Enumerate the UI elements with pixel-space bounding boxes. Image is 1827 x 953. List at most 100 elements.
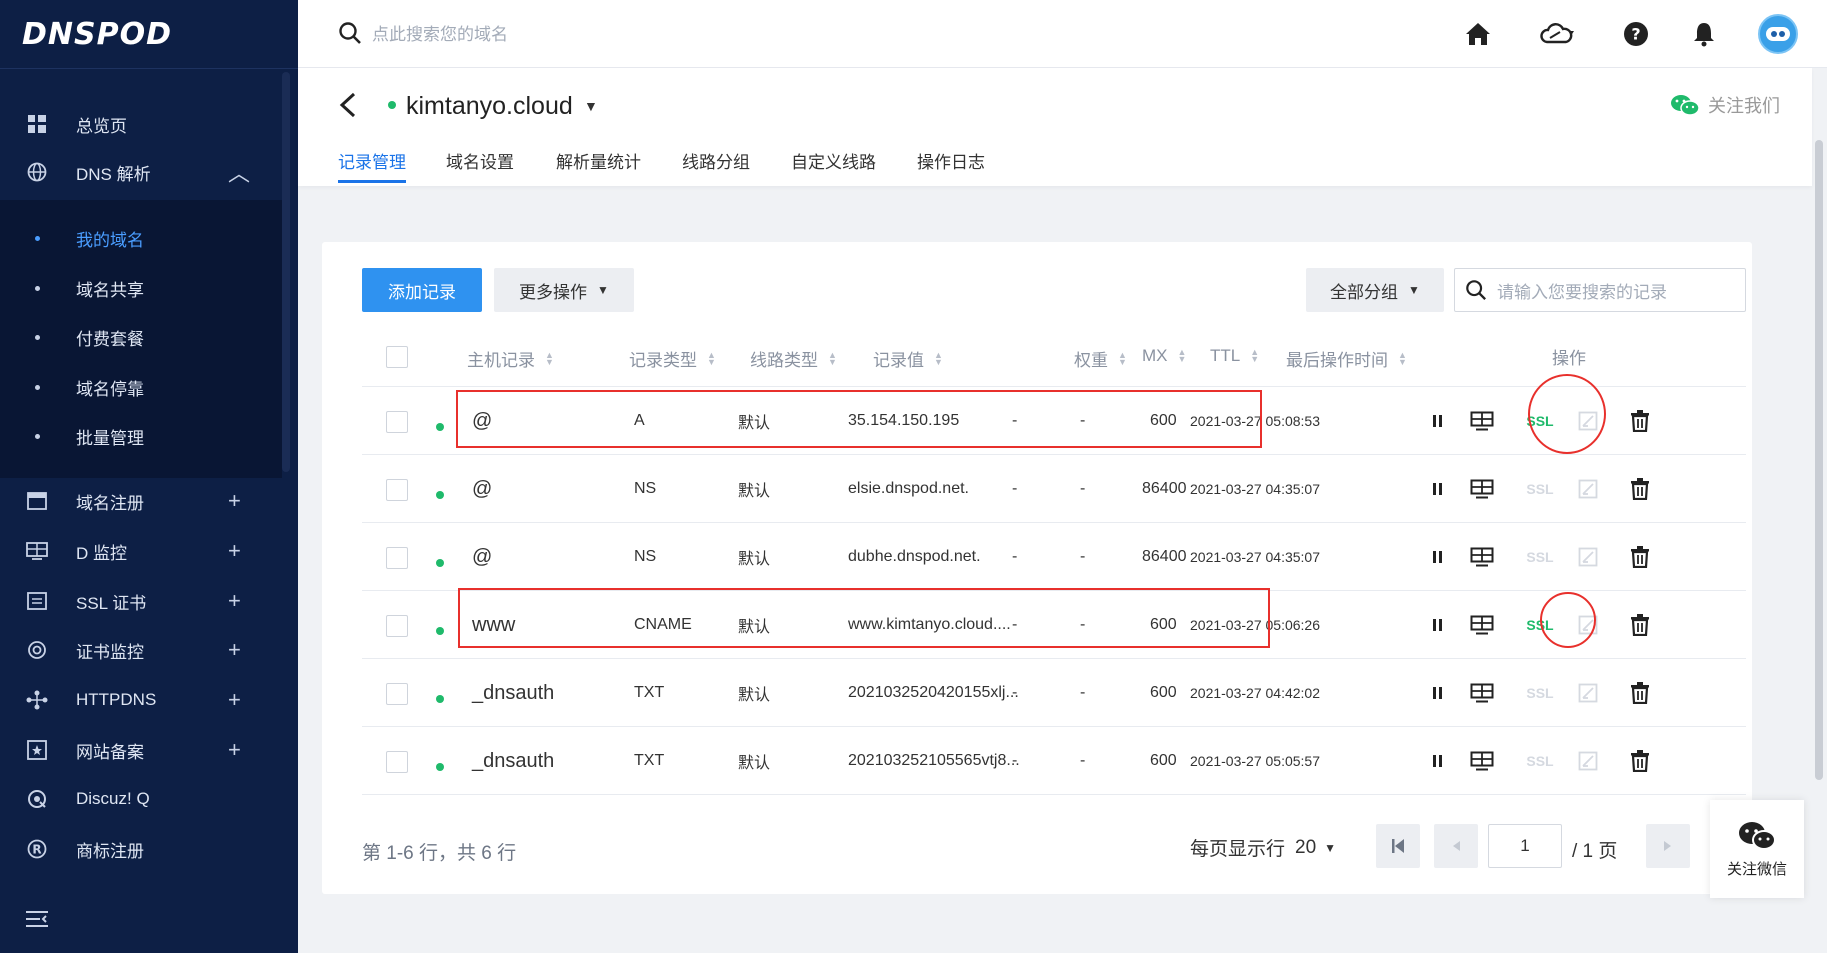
monitor-icon[interactable]: [1470, 477, 1494, 501]
page-number-input[interactable]: 1: [1488, 824, 1562, 868]
search-placeholder[interactable]: 点此搜索您的域名: [372, 20, 508, 45]
sidebar-item-overview[interactable]: 总览页: [0, 100, 282, 148]
sidebar-item-icp[interactable]: 网站备案 +: [0, 726, 282, 774]
domain-switch-caret-icon[interactable]: ▼: [584, 98, 598, 114]
cell-line[interactable]: 默认: [738, 523, 770, 591]
pause-icon[interactable]: [1426, 681, 1450, 705]
sort-icon[interactable]: ▲ ▼: [1118, 350, 1127, 366]
expand-plus-icon[interactable]: +: [228, 637, 241, 663]
sidebar-item-trademark[interactable]: R 商标注册: [0, 825, 282, 873]
prev-page-button[interactable]: [1434, 824, 1478, 868]
ssl-button[interactable]: SSL: [1520, 545, 1560, 569]
cell-ttl[interactable]: 86400: [1142, 523, 1187, 591]
trash-icon[interactable]: [1628, 613, 1652, 637]
trash-icon[interactable]: [1628, 409, 1652, 433]
edit-icon[interactable]: [1576, 681, 1600, 705]
pause-icon[interactable]: [1426, 545, 1450, 569]
trash-icon[interactable]: [1628, 477, 1652, 501]
cell-weight[interactable]: -: [1012, 455, 1017, 523]
add-record-button[interactable]: 添加记录: [362, 268, 482, 312]
tab-custom-lines[interactable]: 自定义线路: [791, 148, 876, 173]
domain-name[interactable]: kimtanyo.cloud: [406, 92, 573, 121]
cell-weight[interactable]: -: [1012, 727, 1017, 795]
sidebar-item-d-monitor[interactable]: D 监控 +: [0, 527, 282, 575]
col-header-host[interactable]: 主机记录 ▲ ▼: [467, 346, 554, 371]
cell-mx[interactable]: -: [1080, 523, 1085, 591]
row-checkbox[interactable]: [386, 751, 408, 773]
cell-host[interactable]: @: [472, 523, 492, 591]
row-checkbox[interactable]: [386, 411, 408, 433]
col-header-ttl[interactable]: TTL ▲ ▼: [1210, 346, 1259, 366]
cell-mx[interactable]: -: [1080, 659, 1085, 727]
col-header-type[interactable]: 记录类型 ▲ ▼: [629, 346, 716, 371]
cell-type[interactable]: TXT: [634, 727, 664, 795]
ssl-button[interactable]: SSL: [1520, 681, 1560, 705]
per-page-selector[interactable]: 每页显示行 20 ▼: [1190, 834, 1336, 861]
sort-icon[interactable]: ▲ ▼: [1398, 350, 1407, 366]
col-header-value[interactable]: 记录值 ▲ ▼: [873, 346, 943, 371]
follow-us-link[interactable]: 关注我们: [1670, 92, 1780, 118]
record-search-input[interactable]: 请输入您要搜索的记录: [1454, 268, 1746, 312]
tab-query-stats[interactable]: 解析量统计: [556, 148, 641, 173]
monitor-icon[interactable]: [1470, 545, 1494, 569]
cloud-menu-icon[interactable]: [1530, 20, 1584, 48]
domain-search[interactable]: 点此搜索您的域名: [338, 20, 508, 45]
tab-records[interactable]: 记录管理: [338, 148, 406, 173]
sidebar-scrollbar[interactable]: [282, 72, 290, 472]
cell-host[interactable]: @: [472, 455, 492, 523]
bell-icon[interactable]: [1690, 20, 1718, 48]
sidebar-item-ssl[interactable]: SSL 证书 +: [0, 577, 282, 625]
monitor-icon[interactable]: [1470, 613, 1494, 637]
cell-ttl[interactable]: 600: [1150, 659, 1177, 727]
sidebar-sub-batch-manage[interactable]: 批量管理: [0, 412, 282, 460]
avatar[interactable]: [1758, 14, 1798, 54]
cell-type[interactable]: NS: [634, 455, 656, 523]
per-page-value[interactable]: 20: [1295, 837, 1316, 859]
pause-icon[interactable]: [1426, 409, 1450, 433]
expand-plus-icon[interactable]: +: [228, 488, 241, 514]
row-checkbox[interactable]: [386, 615, 408, 637]
expand-plus-icon[interactable]: +: [228, 588, 241, 614]
collapse-menu-icon[interactable]: [26, 910, 48, 933]
row-checkbox[interactable]: [386, 683, 408, 705]
cell-value[interactable]: dubhe.dnspod.net.: [848, 523, 981, 591]
trash-icon[interactable]: [1628, 749, 1652, 773]
table-row[interactable]: @ NS 默认 elsie.dnspod.net. - -86400 2021-03-27 …: [362, 454, 1746, 522]
sort-icon[interactable]: ▲ ▼: [1250, 348, 1259, 364]
col-header-time[interactable]: 最后操作时间 ▲ ▼: [1286, 346, 1407, 371]
next-page-button[interactable]: [1646, 824, 1690, 868]
sidebar-item-dns[interactable]: DNS 解析 ︿: [0, 148, 282, 196]
sidebar-item-cert-monitor[interactable]: 证书监控 +: [0, 626, 282, 674]
cell-line[interactable]: 默认: [738, 727, 770, 795]
expand-plus-icon[interactable]: +: [228, 687, 241, 713]
row-checkbox[interactable]: [386, 479, 408, 501]
cell-weight[interactable]: -: [1012, 523, 1017, 591]
tab-operation-log[interactable]: 操作日志: [917, 148, 985, 173]
cell-ttl[interactable]: 86400: [1142, 455, 1187, 523]
monitor-icon[interactable]: [1470, 409, 1494, 433]
cell-line[interactable]: 默认: [738, 659, 770, 727]
col-header-weight[interactable]: 权重 ▲ ▼: [1074, 346, 1127, 371]
select-all-checkbox[interactable]: [386, 346, 408, 368]
sidebar-item-domain-register[interactable]: 域名注册 +: [0, 477, 282, 525]
sidebar-sub-my-domains[interactable]: 我的域名: [0, 214, 282, 262]
cell-mx[interactable]: -: [1080, 727, 1085, 795]
cell-ttl[interactable]: 600: [1150, 727, 1177, 795]
sidebar-sub-domain-parking[interactable]: 域名停靠: [0, 363, 282, 411]
group-filter-button[interactable]: 全部分组 ▼: [1306, 268, 1444, 312]
sort-icon[interactable]: ▲ ▼: [828, 350, 837, 366]
col-header-mx[interactable]: MX ▲ ▼: [1142, 346, 1186, 366]
help-icon[interactable]: ?: [1622, 20, 1650, 48]
sidebar-item-discuz[interactable]: Discuz! Q: [0, 775, 282, 823]
ssl-button[interactable]: SSL: [1520, 749, 1560, 773]
col-header-line[interactable]: 线路类型 ▲ ▼: [750, 346, 837, 371]
cell-type[interactable]: NS: [634, 523, 656, 591]
back-arrow-icon[interactable]: [338, 92, 358, 125]
table-row[interactable]: _dnsauth TXT 默认 2021032520420155xlj... - - 600…: [362, 658, 1746, 726]
table-row[interactable]: _dnsauth TXT 默认 202103252105565vtj8... - - 600…: [362, 726, 1746, 794]
expand-plus-icon[interactable]: +: [228, 538, 241, 564]
sort-icon[interactable]: ▲ ▼: [545, 350, 554, 366]
monitor-icon[interactable]: [1470, 681, 1494, 705]
pause-icon[interactable]: [1426, 749, 1450, 773]
pause-icon[interactable]: [1426, 613, 1450, 637]
